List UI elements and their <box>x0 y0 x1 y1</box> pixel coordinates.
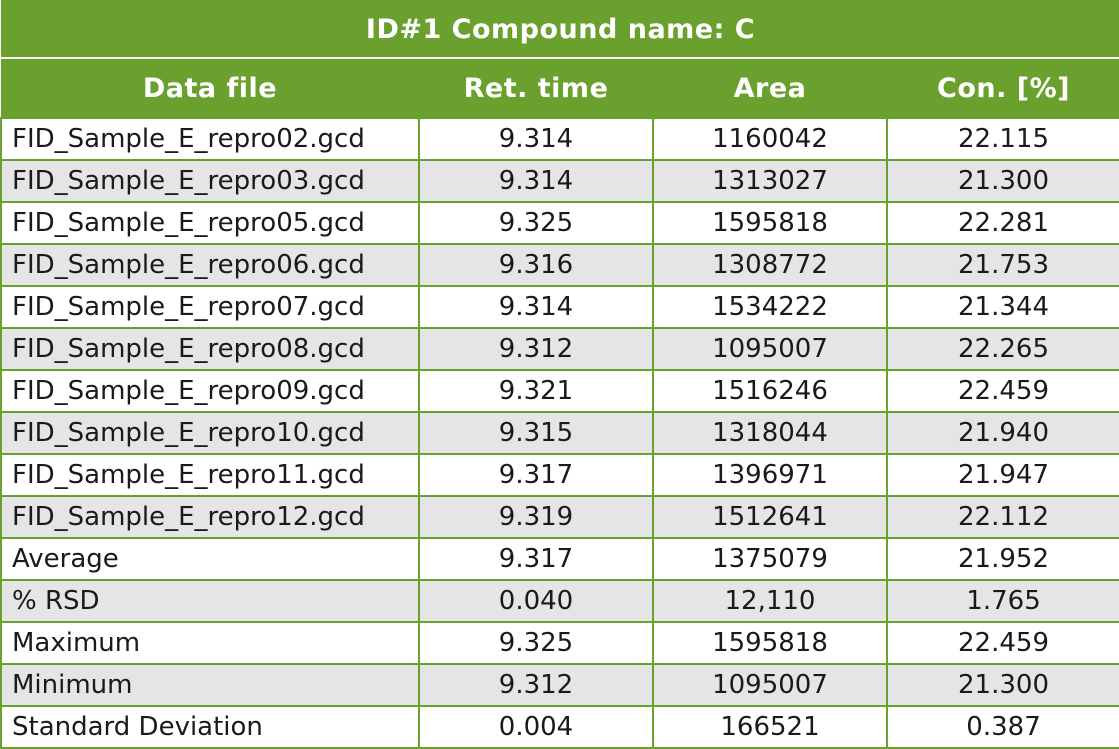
cell-ret-time: 9.314 <box>418 159 654 203</box>
cell-concentration: 21.753 <box>885 243 1119 287</box>
cell-ret-time: 9.321 <box>418 369 654 413</box>
table-row: FID_Sample_E_repro03.gcd 9.314 1313027 2… <box>0 159 1119 203</box>
summary-label: % RSD <box>0 579 420 623</box>
cell-data-file: FID_Sample_E_repro05.gcd <box>0 201 420 245</box>
cell-data-file: FID_Sample_E_repro10.gcd <box>0 411 420 455</box>
cell-ret-time: 9.314 <box>418 285 654 329</box>
table-row: FID_Sample_E_repro06.gcd 9.316 1308772 2… <box>0 243 1119 287</box>
summary-row-rsd: % RSD 0.040 12,110 1.765 <box>0 579 1119 623</box>
cell-area: 1375079 <box>652 537 888 581</box>
cell-concentration: 22.115 <box>885 117 1119 161</box>
summary-label: Minimum <box>0 663 420 707</box>
cell-ret-time: 9.316 <box>418 243 654 287</box>
cell-concentration: 21.940 <box>885 411 1119 455</box>
cell-data-file: FID_Sample_E_repro07.gcd <box>0 285 420 329</box>
table-row: FID_Sample_E_repro08.gcd 9.312 1095007 2… <box>0 327 1119 371</box>
cell-area: 1095007 <box>652 327 888 371</box>
table-row: FID_Sample_E_repro05.gcd 9.325 1595818 2… <box>0 201 1119 245</box>
column-header-row: Data file Ret. time Area Con. [%] <box>0 58 1119 119</box>
cell-concentration: 21.300 <box>885 663 1119 707</box>
column-header-data-file: Data file <box>0 58 420 119</box>
cell-ret-time: 9.312 <box>418 663 654 707</box>
cell-ret-time: 9.315 <box>418 411 654 455</box>
summary-row-minimum: Minimum 9.312 1095007 21.300 <box>0 663 1119 707</box>
cell-data-file: FID_Sample_E_repro12.gcd <box>0 495 420 539</box>
cell-ret-time: 9.319 <box>418 495 654 539</box>
cell-data-file: FID_Sample_E_repro08.gcd <box>0 327 420 371</box>
table-row: FID_Sample_E_repro02.gcd 9.314 1160042 2… <box>0 117 1119 161</box>
summary-row-standard-deviation: Standard Deviation 0.004 166521 0.387 <box>0 705 1119 749</box>
cell-area: 1318044 <box>652 411 888 455</box>
summary-label: Standard Deviation <box>0 705 420 749</box>
cell-ret-time: 9.317 <box>418 537 654 581</box>
cell-data-file: FID_Sample_E_repro02.gcd <box>0 117 420 161</box>
cell-concentration: 21.300 <box>885 159 1119 203</box>
cell-ret-time: 0.040 <box>418 579 654 623</box>
cell-area: 1160042 <box>652 117 888 161</box>
cell-concentration: 22.112 <box>885 495 1119 539</box>
cell-concentration: 22.459 <box>885 621 1119 665</box>
cell-area: 1595818 <box>652 201 888 245</box>
results-table: ID#1 Compound name: C Data file Ret. tim… <box>0 0 1119 749</box>
cell-area: 166521 <box>652 705 888 749</box>
column-header-ret-time: Ret. time <box>418 58 654 119</box>
cell-area: 1095007 <box>652 663 888 707</box>
table-header: ID#1 Compound name: C Data file Ret. tim… <box>0 0 1119 119</box>
cell-ret-time: 9.325 <box>418 621 654 665</box>
cell-area: 1396971 <box>652 453 888 497</box>
cell-concentration: 22.459 <box>885 369 1119 413</box>
cell-ret-time: 0.004 <box>418 705 654 749</box>
cell-concentration: 22.281 <box>885 201 1119 245</box>
cell-area: 12,110 <box>652 579 888 623</box>
cell-data-file: FID_Sample_E_repro11.gcd <box>0 453 420 497</box>
column-header-concentration: Con. [%] <box>886 58 1119 119</box>
cell-concentration: 1.765 <box>885 579 1119 623</box>
cell-area: 1308772 <box>652 243 888 287</box>
table-body: FID_Sample_E_repro02.gcd 9.314 1160042 2… <box>0 117 1119 749</box>
cell-ret-time: 9.317 <box>418 453 654 497</box>
cell-data-file: FID_Sample_E_repro09.gcd <box>0 369 420 413</box>
cell-ret-time: 9.325 <box>418 201 654 245</box>
table-row: FID_Sample_E_repro11.gcd 9.317 1396971 2… <box>0 453 1119 497</box>
summary-label: Maximum <box>0 621 420 665</box>
compound-title: ID#1 Compound name: C <box>0 0 1119 59</box>
cell-ret-time: 9.314 <box>418 117 654 161</box>
table-row: FID_Sample_E_repro12.gcd 9.319 1512641 2… <box>0 495 1119 539</box>
cell-area: 1534222 <box>652 285 888 329</box>
cell-concentration: 21.947 <box>885 453 1119 497</box>
table-row: FID_Sample_E_repro09.gcd 9.321 1516246 2… <box>0 369 1119 413</box>
summary-row-average: Average 9.317 1375079 21.952 <box>0 537 1119 581</box>
cell-area: 1516246 <box>652 369 888 413</box>
cell-concentration: 21.344 <box>885 285 1119 329</box>
cell-area: 1595818 <box>652 621 888 665</box>
cell-area: 1512641 <box>652 495 888 539</box>
table-row: FID_Sample_E_repro07.gcd 9.314 1534222 2… <box>0 285 1119 329</box>
cell-concentration: 21.952 <box>885 537 1119 581</box>
summary-label: Average <box>0 537 420 581</box>
cell-data-file: FID_Sample_E_repro03.gcd <box>0 159 420 203</box>
cell-data-file: FID_Sample_E_repro06.gcd <box>0 243 420 287</box>
table-row: FID_Sample_E_repro10.gcd 9.315 1318044 2… <box>0 411 1119 455</box>
cell-area: 1313027 <box>652 159 888 203</box>
cell-concentration: 0.387 <box>885 705 1119 749</box>
column-header-area: Area <box>652 58 888 119</box>
title-row: ID#1 Compound name: C <box>0 0 1119 59</box>
summary-row-maximum: Maximum 9.325 1595818 22.459 <box>0 621 1119 665</box>
cell-ret-time: 9.312 <box>418 327 654 371</box>
cell-concentration: 22.265 <box>885 327 1119 371</box>
